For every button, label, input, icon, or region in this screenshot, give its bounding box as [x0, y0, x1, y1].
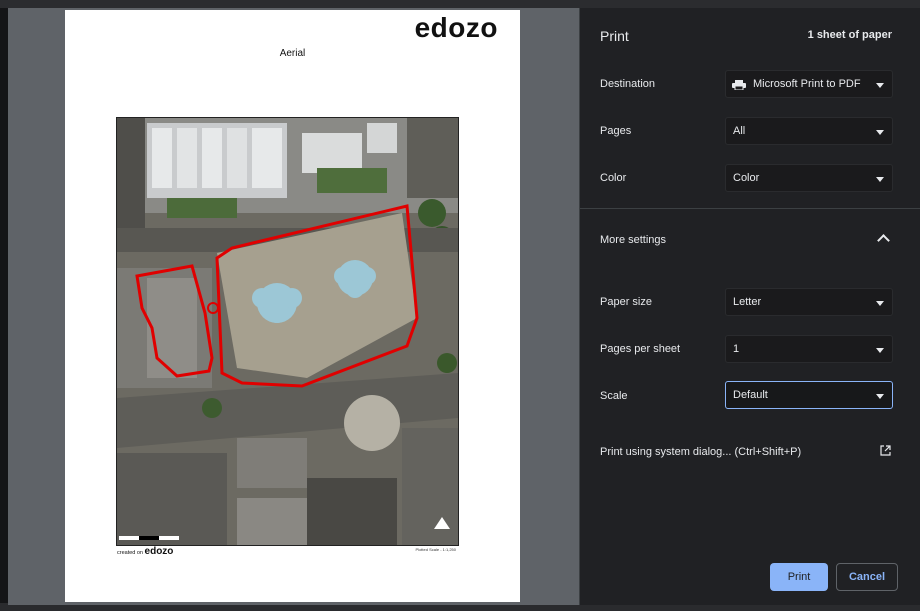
system-dialog-link[interactable]: Print using system dialog... (Ctrl+Shift…	[600, 446, 801, 458]
chevron-down-icon	[876, 83, 884, 88]
color-label: Color	[600, 172, 627, 184]
destination-select[interactable]: Microsoft Print to PDF	[725, 70, 893, 98]
chevron-up-icon[interactable]	[877, 234, 890, 247]
created-on-label: created on	[117, 550, 143, 556]
created-brand: edozo	[144, 546, 174, 557]
chevron-down-icon	[876, 394, 884, 399]
pages-per-sheet-label: Pages per sheet	[600, 343, 681, 355]
created-on-footer: created on edozo	[117, 546, 173, 557]
pages-value: All	[733, 125, 746, 137]
chevron-down-icon	[876, 130, 884, 135]
north-arrow-icon	[434, 517, 450, 529]
chevron-down-icon	[876, 301, 884, 306]
color-select[interactable]: Color	[725, 164, 893, 192]
aerial-map-image	[116, 117, 459, 546]
pages-label: Pages	[600, 125, 632, 137]
pages-per-sheet-select[interactable]: 1	[725, 335, 893, 363]
background-window-strip	[0, 0, 920, 8]
destination-value: Microsoft Print to PDF	[753, 78, 861, 90]
more-settings-toggle[interactable]: More settings	[600, 234, 666, 246]
document-title: Aerial	[279, 48, 306, 59]
edozo-logo: edozo	[414, 12, 498, 43]
pages-per-sheet-value: 1	[733, 343, 740, 355]
scale-select[interactable]: Default	[725, 381, 893, 409]
preview-page: edozo Aerial created on edozo Plotted Sc…	[65, 10, 520, 602]
plotted-scale-text: Plotted Scale - 1:1,250	[415, 547, 456, 552]
paper-size-label: Paper size	[600, 296, 652, 308]
print-settings-panel: Print 1 sheet of paper Destination Micro…	[579, 8, 920, 605]
print-button[interactable]: Print	[770, 563, 828, 591]
sheet-count: 1 sheet of paper	[807, 29, 892, 41]
pages-select[interactable]: All	[725, 117, 893, 145]
paper-size-select[interactable]: Letter	[725, 288, 893, 316]
chevron-down-icon	[876, 348, 884, 353]
background-window-edge	[0, 8, 8, 611]
scale-value: Default	[733, 389, 768, 401]
printer-icon	[732, 80, 746, 90]
destination-label: Destination	[600, 78, 656, 90]
external-link-icon[interactable]	[880, 445, 891, 456]
print-title: Print	[600, 28, 629, 44]
section-divider	[580, 208, 920, 209]
scale-label: Scale	[600, 390, 628, 402]
print-preview-area[interactable]: edozo Aerial created on edozo Plotted Sc…	[8, 8, 579, 605]
chevron-down-icon	[876, 177, 884, 182]
color-value: Color	[733, 172, 760, 184]
cancel-button[interactable]: Cancel	[836, 563, 898, 591]
paper-size-value: Letter	[733, 296, 762, 308]
